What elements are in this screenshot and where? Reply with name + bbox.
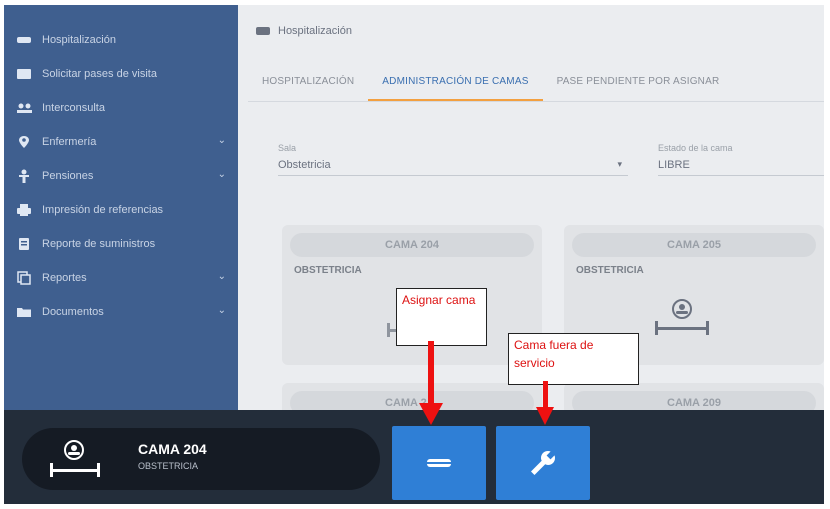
sidebar-item-label: Pensiones bbox=[42, 170, 94, 182]
bed-status-value: LIBRE bbox=[658, 159, 690, 171]
out-of-service-button[interactable] bbox=[496, 426, 590, 500]
selected-bed-title: CAMA 204 bbox=[138, 441, 207, 457]
bed-icon bbox=[16, 33, 32, 47]
tab-pase-pendiente[interactable]: PASE PENDIENTE POR ASIGNAR bbox=[543, 65, 734, 101]
out-of-service-annotation: Cama fuera de servicio bbox=[508, 333, 639, 385]
page-title: Hospitalización bbox=[278, 25, 352, 37]
tab-administracion-camas[interactable]: ADMINISTRACIÓN DE CAMAS bbox=[368, 65, 543, 101]
chevron-down-icon: ⌄ bbox=[217, 305, 226, 316]
arrow-down-icon bbox=[536, 381, 554, 425]
folder-icon bbox=[16, 305, 32, 319]
app-screen: Hospitalización Solicitar pases de visit… bbox=[4, 5, 824, 504]
bed-icon bbox=[427, 459, 451, 467]
selected-bed-service: OBSTETRICIA bbox=[138, 461, 199, 471]
sidebar-item-documentos[interactable]: Documentos ⌄ bbox=[4, 295, 238, 329]
selected-bed-pill: CAMA 204 OBSTETRICIA bbox=[22, 428, 380, 490]
bed-icon bbox=[655, 299, 709, 335]
bed-status-select[interactable]: Estado de la cama LIBRE bbox=[658, 143, 824, 176]
area-select-label: Sala bbox=[278, 143, 297, 153]
copy-icon bbox=[16, 271, 32, 285]
people-icon bbox=[16, 101, 32, 115]
sidebar-item-pases-visita[interactable]: Solicitar pases de visita bbox=[4, 57, 238, 91]
sidebar-item-label: Documentos bbox=[42, 306, 104, 318]
wrench-icon bbox=[531, 451, 555, 475]
sidebar: Hospitalización Solicitar pases de visit… bbox=[4, 5, 238, 410]
chevron-down-icon: ⌄ bbox=[217, 135, 226, 146]
sidebar-item-label: Interconsulta bbox=[42, 102, 105, 114]
sidebar-item-pensiones[interactable]: Pensiones ⌄ bbox=[4, 159, 238, 193]
breadcrumb: Hospitalización bbox=[238, 5, 824, 57]
sidebar-item-label: Reportes bbox=[42, 272, 87, 284]
sidebar-item-label: Solicitar pases de visita bbox=[42, 68, 157, 80]
chevron-down-icon: ▾ bbox=[617, 159, 622, 169]
sidebar-item-interconsulta[interactable]: Interconsulta bbox=[4, 91, 238, 125]
bed-card-title: CAMA 205 bbox=[572, 233, 816, 257]
assign-bed-annotation: Asignar cama bbox=[396, 288, 487, 346]
document-icon bbox=[16, 237, 32, 251]
arrow-down-icon bbox=[419, 341, 443, 425]
person-icon bbox=[16, 169, 32, 183]
sidebar-item-label: Enfermería bbox=[42, 136, 97, 148]
area-select-value: Obstetricia bbox=[278, 159, 331, 171]
bed-card-service: OBSTETRICIA bbox=[576, 265, 644, 276]
sidebar-item-reportes[interactable]: Reportes ⌄ bbox=[4, 261, 238, 295]
bed-action-bar: CAMA 204 OBSTETRICIA bbox=[4, 410, 824, 504]
sidebar-item-impresion-referencias[interactable]: Impresión de referencias bbox=[4, 193, 238, 227]
card-icon bbox=[16, 67, 32, 81]
sidebar-item-hospitalizacion[interactable]: Hospitalización bbox=[4, 23, 238, 57]
bed-status-label: Estado de la cama bbox=[658, 143, 733, 153]
sidebar-item-label: Reporte de suministros bbox=[42, 238, 156, 250]
bed-card-service: OBSTETRICIA bbox=[294, 265, 362, 276]
sidebar-item-reporte-suministros[interactable]: Reporte de suministros bbox=[4, 227, 238, 261]
chevron-down-icon: ⌄ bbox=[217, 271, 226, 282]
area-select[interactable]: Sala Obstetricia ▾ bbox=[278, 143, 628, 176]
sidebar-item-label: Impresión de referencias bbox=[42, 204, 164, 216]
sidebar-item-label: Hospitalización bbox=[42, 34, 116, 46]
location-pin-icon bbox=[16, 135, 32, 149]
bed-icon bbox=[50, 440, 100, 477]
sidebar-item-enfermeria[interactable]: Enfermería ⌄ bbox=[4, 125, 238, 159]
tab-bar: HOSPITALIZACIÓN ADMINISTRACIÓN DE CAMAS … bbox=[248, 65, 824, 102]
assign-bed-button[interactable] bbox=[392, 426, 486, 500]
bed-icon bbox=[256, 27, 270, 35]
chevron-down-icon: ⌄ bbox=[217, 169, 226, 180]
tab-hospitalizacion[interactable]: HOSPITALIZACIÓN bbox=[248, 65, 368, 101]
printer-icon bbox=[16, 203, 32, 217]
bed-card-title: CAMA 204 bbox=[290, 233, 534, 257]
